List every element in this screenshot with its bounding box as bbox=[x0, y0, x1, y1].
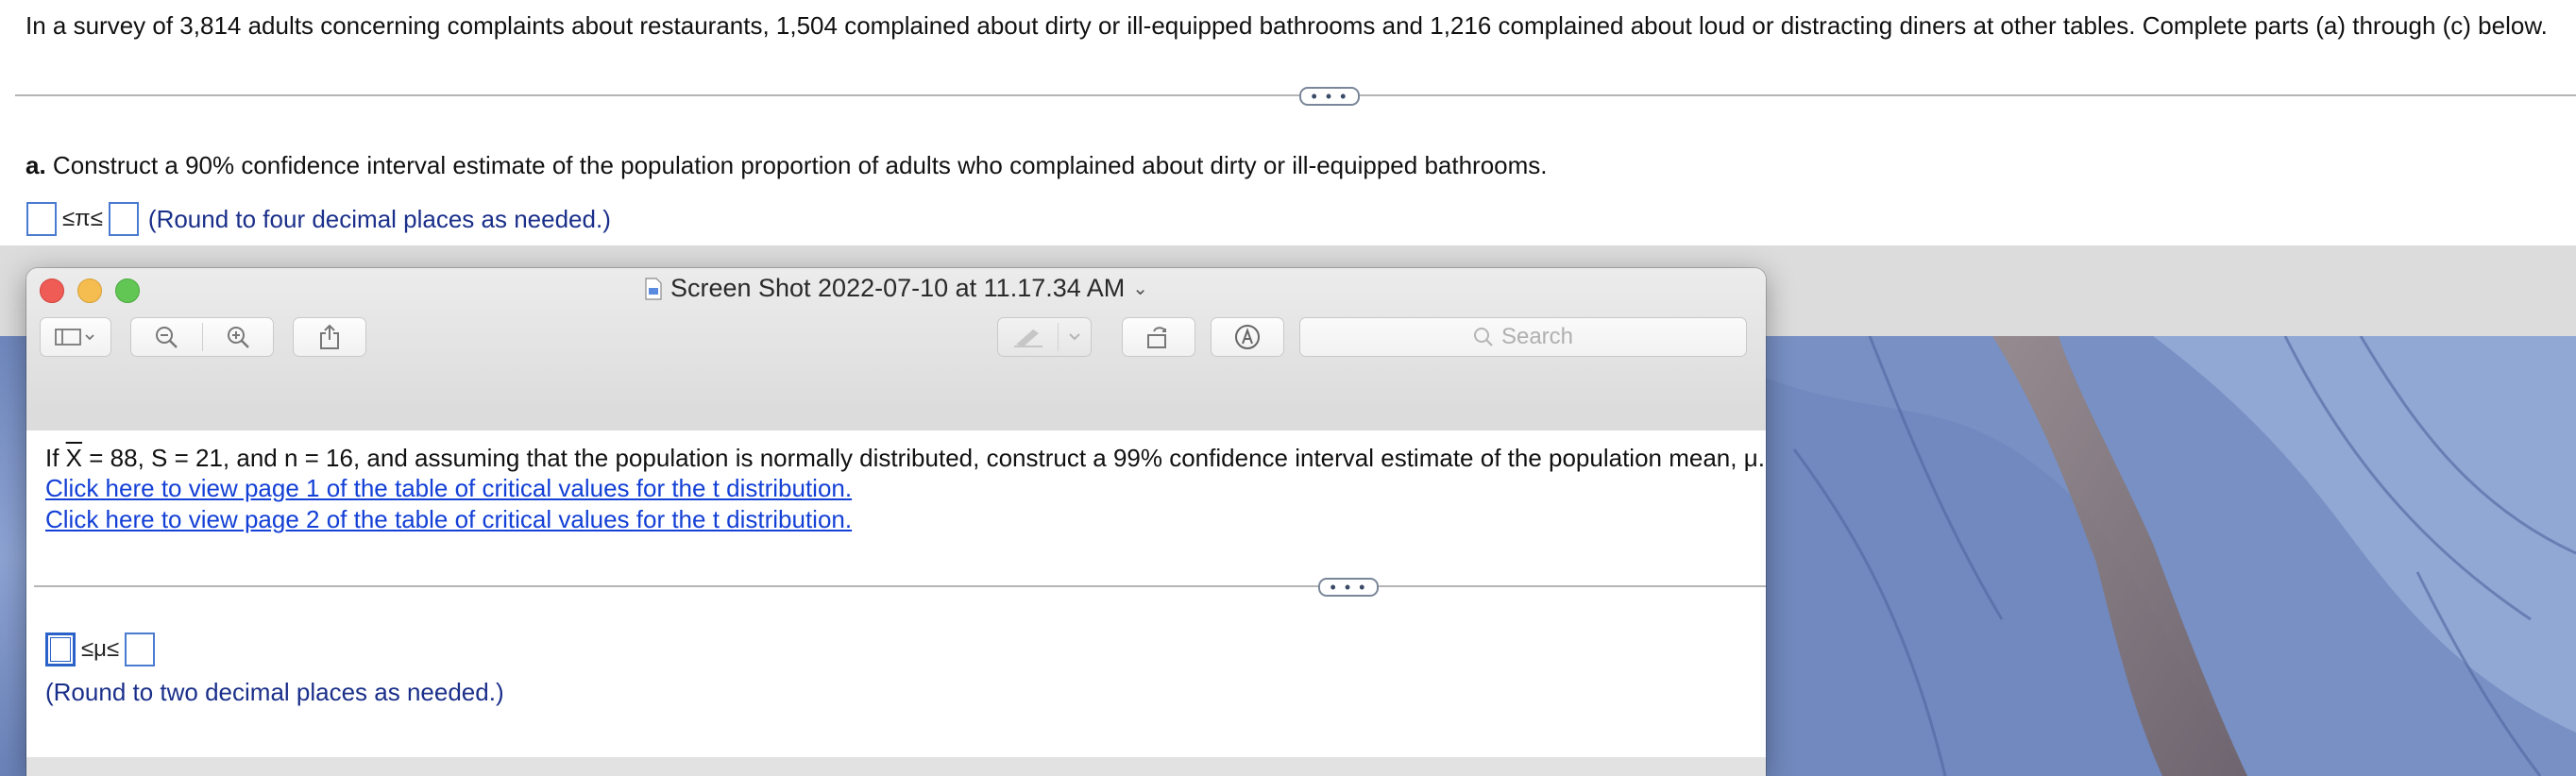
markup-pen-dropdown[interactable] bbox=[1059, 332, 1091, 342]
page-bottom-strip bbox=[26, 757, 1766, 776]
question-body: = 88, S = 21, and n = 16, and assuming t… bbox=[82, 444, 1765, 472]
rounding-hint: (Round to four decimal places as needed.… bbox=[147, 204, 611, 233]
sidebar-toggle-button[interactable] bbox=[40, 317, 111, 357]
share-icon bbox=[320, 324, 339, 349]
preview-window: Screen Shot 2022-07-10 at 11.17.34 AM ⌄ bbox=[26, 268, 1766, 776]
search-icon bbox=[1473, 328, 1493, 346]
t-table-page2-link[interactable]: Click here to view page 2 of the table o… bbox=[45, 505, 852, 534]
search-placeholder: Search bbox=[1500, 324, 1574, 349]
sidebar-icon bbox=[55, 329, 94, 346]
homework-page: In a survey of 3,814 adults concerning c… bbox=[0, 0, 2576, 245]
rounding-hint: (Round to two decimal places as needed.) bbox=[45, 678, 504, 706]
desktop-wallpaper-edge bbox=[0, 336, 26, 776]
document-icon bbox=[645, 277, 662, 300]
share-button[interactable] bbox=[293, 317, 366, 357]
xbar-symbol: X bbox=[65, 444, 83, 472]
problem-intro: In a survey of 3,814 adults concerning c… bbox=[25, 11, 2548, 40]
inequality-symbol: ≤μ≤ bbox=[81, 636, 120, 662]
part-a-text: Construct a 90% confidence interval esti… bbox=[45, 151, 1548, 179]
part-a-question: a. Construct a 90% confidence interval e… bbox=[25, 151, 1548, 180]
upper-bound-input[interactable] bbox=[108, 202, 139, 236]
question-prefix: If bbox=[45, 444, 66, 472]
lower-bound-input[interactable] bbox=[45, 633, 76, 666]
markup-button-group bbox=[997, 317, 1092, 357]
zoom-out-button[interactable] bbox=[131, 325, 202, 349]
question-text: If X = 88, S = 21, and n = 16, and assum… bbox=[45, 444, 1765, 473]
mean-answer-row: ≤μ≤ bbox=[45, 633, 156, 666]
rotate-button[interactable] bbox=[1122, 317, 1195, 357]
zoom-in-icon bbox=[227, 327, 249, 348]
screenshot-page: If X = 88, S = 21, and n = 16, and assum… bbox=[26, 430, 1766, 757]
expand-button[interactable]: • • • bbox=[1318, 578, 1379, 597]
annotate-button[interactable] bbox=[1211, 317, 1284, 357]
part-a-label: a. bbox=[25, 151, 46, 179]
window-title[interactable]: Screen Shot 2022-07-10 at 11.17.34 AM ⌄ bbox=[26, 274, 1766, 303]
markup-pen-button[interactable] bbox=[998, 326, 1058, 348]
rotate-icon bbox=[1147, 327, 1166, 348]
preview-content: If X = 88, S = 21, and n = 16, and assum… bbox=[26, 412, 1766, 776]
inequality-symbol: ≤π≤ bbox=[62, 206, 103, 231]
window-title-text: Screen Shot 2022-07-10 at 11.17.34 AM bbox=[669, 274, 1126, 302]
zoom-in-button[interactable] bbox=[203, 325, 274, 349]
upper-bound-input[interactable] bbox=[125, 633, 156, 666]
search-field[interactable]: Search bbox=[1299, 317, 1747, 357]
chevron-down-icon bbox=[1069, 333, 1080, 341]
expand-button[interactable]: • • • bbox=[1299, 87, 1360, 106]
part-a-answer-row: ≤π≤ (Round to four decimal places as nee… bbox=[26, 202, 611, 236]
divider bbox=[34, 585, 1766, 587]
desktop-wallpaper bbox=[1756, 336, 2576, 776]
annotate-icon bbox=[1235, 325, 1260, 349]
lower-bound-input[interactable] bbox=[26, 202, 57, 236]
markup-pen-icon bbox=[1013, 329, 1042, 347]
zoom-out-icon bbox=[156, 327, 178, 348]
zoom-button-group bbox=[130, 317, 274, 357]
t-table-page1-link[interactable]: Click here to view page 1 of the table o… bbox=[45, 474, 852, 503]
title-chevron-icon[interactable]: ⌄ bbox=[1132, 277, 1148, 300]
window-titlebar[interactable]: Screen Shot 2022-07-10 at 11.17.34 AM ⌄ bbox=[26, 268, 1766, 413]
divider bbox=[15, 94, 2576, 96]
